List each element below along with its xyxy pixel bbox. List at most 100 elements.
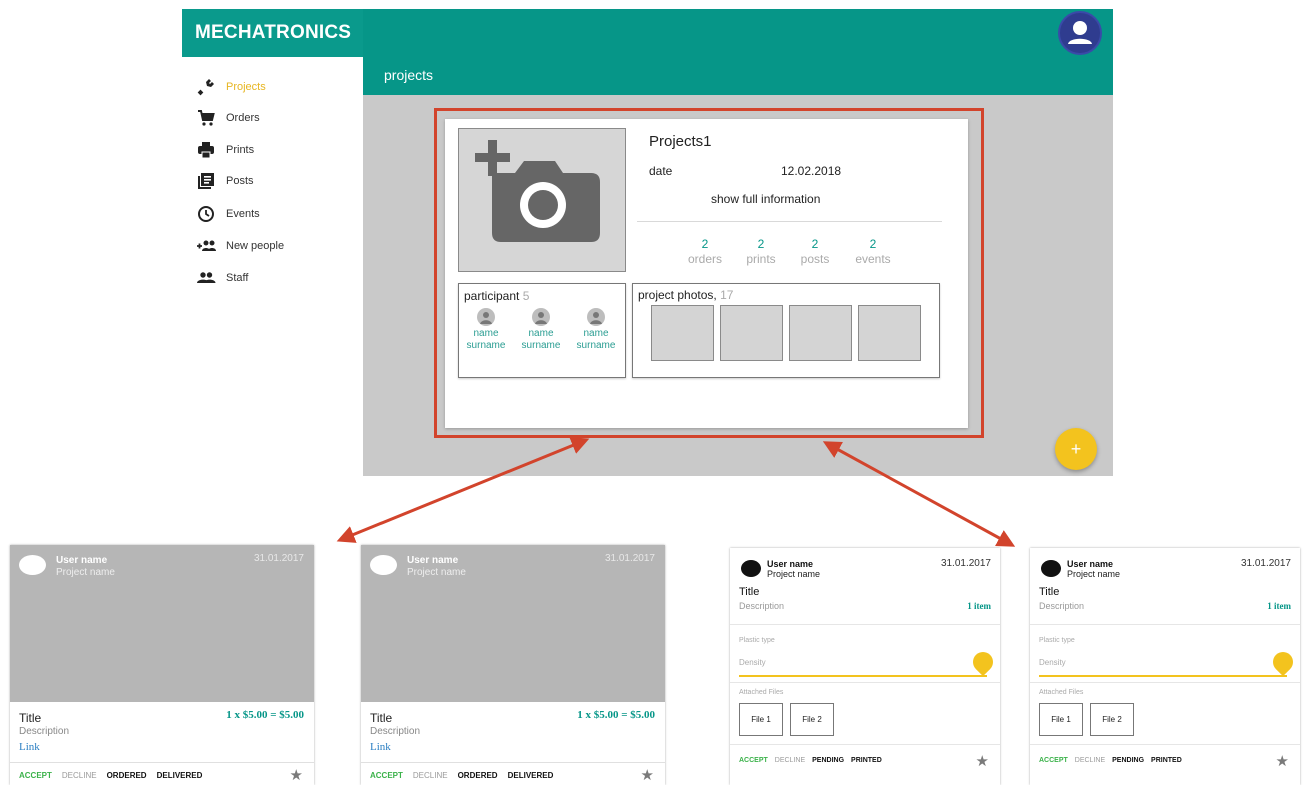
printed-button[interactable]: PRINTED bbox=[851, 757, 882, 764]
accept-button[interactable]: ACCEPT bbox=[370, 771, 403, 780]
stat-posts[interactable]: 2 posts bbox=[785, 237, 845, 266]
sidebar-item-label: Orders bbox=[226, 112, 260, 124]
mockup-canvas: MECHATRONICS projects Projects Orders Pr… bbox=[0, 0, 1307, 785]
project-name: Project name bbox=[407, 567, 466, 578]
project-name: Project name bbox=[1067, 569, 1121, 579]
participant-item[interactable]: name surname bbox=[461, 308, 511, 352]
plastic-type-label: Plastic type bbox=[739, 637, 775, 644]
order-link[interactable]: Link bbox=[370, 741, 391, 753]
decline-button[interactable]: DECLINE bbox=[1075, 757, 1105, 764]
photos-header: project photos, 17 bbox=[638, 288, 733, 302]
divider bbox=[1030, 624, 1300, 625]
sidebar-item-posts[interactable]: Posts bbox=[196, 170, 254, 192]
stat-events[interactable]: 2 events bbox=[843, 237, 903, 266]
date-value: 12.02.2018 bbox=[781, 164, 842, 178]
participant-name: name bbox=[583, 328, 609, 339]
printed-button[interactable]: PRINTED bbox=[1151, 757, 1182, 764]
file-chip[interactable]: File 1 bbox=[739, 703, 783, 736]
divider bbox=[10, 762, 314, 763]
posts-icon bbox=[196, 172, 216, 190]
file-chip[interactable]: File 2 bbox=[1090, 703, 1134, 736]
page-title: projects bbox=[384, 67, 434, 83]
project-name: Project name bbox=[767, 569, 821, 579]
decline-button[interactable]: DECLINE bbox=[62, 771, 97, 780]
density-underline bbox=[1039, 675, 1287, 677]
sidebar-item-events[interactable]: Events bbox=[196, 203, 260, 225]
accept-button[interactable]: ACCEPT bbox=[739, 757, 768, 764]
people-icon bbox=[196, 269, 216, 287]
delivered-button[interactable]: DELIVERED bbox=[508, 771, 554, 780]
add-fab-button[interactable]: + bbox=[1055, 428, 1097, 470]
date-label: date bbox=[649, 164, 673, 178]
accept-button[interactable]: ACCEPT bbox=[19, 771, 52, 780]
user-avatar bbox=[1041, 560, 1061, 577]
participant-item[interactable]: name surname bbox=[516, 308, 566, 352]
item-count: 1 item bbox=[1267, 601, 1291, 611]
stat-orders[interactable]: 2 orders bbox=[675, 237, 735, 266]
sidebar-item-label: Projects bbox=[226, 81, 266, 93]
slider-pin-icon[interactable] bbox=[1268, 647, 1298, 677]
star-icon[interactable]: ★ bbox=[290, 766, 303, 784]
density-field[interactable]: Density bbox=[739, 658, 766, 667]
participant-name: name bbox=[528, 328, 554, 339]
sidebar-item-orders[interactable]: Orders bbox=[196, 107, 260, 129]
attached-files-label: Attached Files bbox=[1039, 689, 1084, 696]
order-actions: ACCEPT DECLINE ORDERED DELIVERED bbox=[370, 771, 553, 780]
stat-prints[interactable]: 2 prints bbox=[731, 237, 791, 266]
user-name: User name bbox=[407, 555, 459, 566]
clock-icon bbox=[196, 205, 216, 223]
order-card[interactable]: User name Project name 31.01.2017 Title … bbox=[10, 545, 314, 785]
slider-pin-icon[interactable] bbox=[968, 647, 998, 677]
ordered-button[interactable]: ORDERED bbox=[458, 771, 498, 780]
star-icon[interactable]: ★ bbox=[976, 752, 989, 770]
ordered-button[interactable]: ORDERED bbox=[107, 771, 147, 780]
add-photo-button[interactable] bbox=[458, 128, 626, 272]
delivered-button[interactable]: DELIVERED bbox=[157, 771, 203, 780]
participant-surname: surname bbox=[521, 340, 561, 351]
user-avatar-button[interactable] bbox=[1058, 11, 1102, 55]
density-field[interactable]: Density bbox=[1039, 658, 1066, 667]
divider bbox=[730, 682, 1000, 683]
stat-count: 2 bbox=[701, 237, 709, 251]
order-description: Description bbox=[370, 726, 421, 737]
file-chip[interactable]: File 1 bbox=[1039, 703, 1083, 736]
user-avatar bbox=[370, 555, 397, 575]
show-full-information-link[interactable]: show full information bbox=[711, 192, 820, 206]
participant-surname: surname bbox=[576, 340, 616, 351]
print-card[interactable]: User name Project name 31.01.2017 Title … bbox=[730, 548, 1000, 785]
printer-icon bbox=[196, 141, 216, 159]
decline-button[interactable]: DECLINE bbox=[775, 757, 805, 764]
star-icon[interactable]: ★ bbox=[641, 766, 654, 784]
print-actions: ACCEPT DECLINE PENDING PRINTED bbox=[739, 757, 882, 764]
divider bbox=[361, 762, 665, 763]
participant-name: name bbox=[473, 328, 499, 339]
stat-label: events bbox=[855, 252, 891, 266]
plus-icon: + bbox=[1070, 439, 1082, 459]
photo-thumbnail[interactable] bbox=[789, 305, 852, 361]
wrench-icon bbox=[196, 78, 216, 96]
sidebar-item-staff[interactable]: Staff bbox=[196, 267, 248, 289]
order-price: 1 x $5.00 = $5.00 bbox=[226, 709, 304, 721]
order-link[interactable]: Link bbox=[19, 741, 40, 753]
stat-label: orders bbox=[687, 252, 722, 266]
stat-label: posts bbox=[800, 252, 830, 266]
sidebar-item-prints[interactable]: Prints bbox=[196, 139, 254, 161]
order-card[interactable]: User name Project name 31.01.2017 Title … bbox=[361, 545, 665, 785]
star-icon[interactable]: ★ bbox=[1276, 752, 1289, 770]
decline-button[interactable]: DECLINE bbox=[413, 771, 448, 780]
pending-button[interactable]: PENDING bbox=[812, 757, 844, 764]
sidebar-item-projects[interactable]: Projects bbox=[196, 76, 266, 98]
print-title: Title bbox=[739, 586, 760, 598]
pending-button[interactable]: PENDING bbox=[1112, 757, 1144, 764]
file-chip[interactable]: File 2 bbox=[790, 703, 834, 736]
divider bbox=[1030, 744, 1300, 745]
photo-thumbnail[interactable] bbox=[858, 305, 921, 361]
accept-button[interactable]: ACCEPT bbox=[1039, 757, 1068, 764]
photos-label: project photos, bbox=[638, 288, 717, 302]
photo-thumbnail[interactable] bbox=[651, 305, 714, 361]
sidebar-item-new-people[interactable]: New people bbox=[196, 235, 284, 257]
participant-item[interactable]: name surname bbox=[571, 308, 621, 352]
photo-thumbnail[interactable] bbox=[720, 305, 783, 361]
user-avatar bbox=[741, 560, 761, 577]
print-card[interactable]: User name Project name 31.01.2017 Title … bbox=[1030, 548, 1300, 785]
